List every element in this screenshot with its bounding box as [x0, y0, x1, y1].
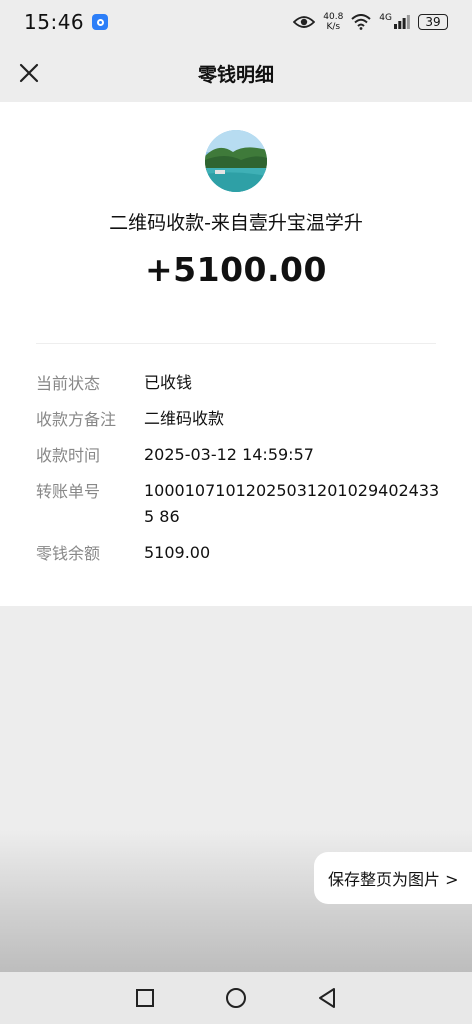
transaction-card: 二维码收款-来自壹升宝温学升 +5100.00 当前状态 已收钱 收款方备注 二… [0, 102, 472, 606]
wifi-icon [351, 14, 371, 30]
detail-label: 收款方备注 [36, 410, 117, 429]
transaction-amount: +5100.00 [145, 250, 327, 289]
detail-value: 二维码收款 [144, 409, 225, 428]
detail-label: 转账单号 [36, 482, 101, 501]
detail-label: 当前状态 [36, 374, 101, 393]
detail-value[interactable]: 100010710120250312010294024335 86 [144, 478, 444, 530]
divider [36, 343, 436, 344]
status-bar: 15:46 40.8 K/s 4G 39 [0, 0, 472, 44]
notification-app-icon [92, 14, 109, 30]
net-speed: 40.8 K/s [323, 12, 343, 32]
landscape-avatar-image [205, 130, 267, 192]
home-button[interactable] [221, 983, 251, 1013]
home-circle-icon [225, 988, 246, 1008]
net-speed-value: 40.8 [323, 12, 344, 22]
network-type: 4G [379, 13, 392, 23]
save-page-as-image-button[interactable]: 保存整页为图片 > [314, 852, 472, 904]
detail-value: 5109.00 [144, 543, 211, 562]
signal-icon [394, 15, 410, 29]
page-title: 零钱明细 [197, 63, 274, 86]
detail-label: 零钱余额 [36, 544, 101, 563]
top-nav-bar: 零钱明细 [0, 44, 472, 102]
back-button[interactable] [312, 983, 342, 1013]
save-page-label: 保存整页为图片 > [328, 870, 459, 889]
payee-avatar [205, 130, 267, 192]
system-nav-bar [0, 972, 472, 1024]
eye-icon [293, 16, 316, 28]
battery-level: 39 [425, 15, 441, 29]
close-button[interactable] [10, 54, 48, 92]
net-speed-unit: K/s [326, 22, 341, 32]
detail-value: 2025-03-12 14:59:57 [144, 445, 314, 464]
status-right: 40.8 K/s 4G 39 [293, 12, 448, 32]
detail-label: 收款时间 [36, 446, 101, 465]
battery-indicator: 39 [418, 14, 448, 30]
status-left: 15:46 [24, 10, 109, 34]
back-triangle-icon [318, 988, 335, 1008]
status-time: 15:46 [24, 10, 85, 34]
close-icon [19, 63, 39, 83]
payee-name: 二维码收款-来自壹升宝温学升 [109, 212, 363, 234]
recents-square-icon [136, 989, 155, 1007]
detail-value: 已收钱 [144, 373, 193, 392]
recents-button[interactable] [130, 983, 160, 1013]
